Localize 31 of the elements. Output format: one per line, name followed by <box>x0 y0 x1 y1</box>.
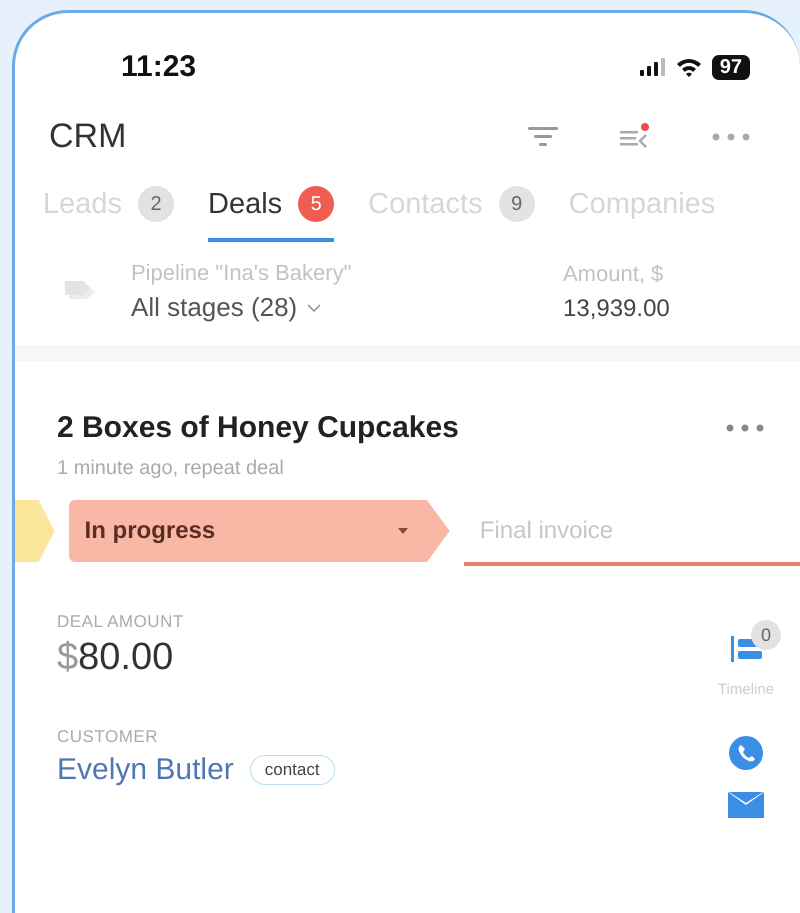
amount-label: Amount, $ <box>563 260 664 286</box>
stage-filter-dropdown[interactable]: All stages (28) <box>131 292 563 323</box>
wifi-icon <box>676 57 702 77</box>
more-icon[interactable] <box>712 132 750 140</box>
tab[interactable]: Deals 5 <box>208 186 334 242</box>
phone-icon[interactable] <box>729 736 763 770</box>
timeline-count-badge: 0 <box>751 620 781 650</box>
deal-amount-label: DEAL AMOUNT <box>57 612 185 632</box>
chevron-down-icon <box>307 304 322 312</box>
count-badge: 2 <box>138 186 174 222</box>
battery-level: 97 <box>712 54 750 80</box>
count-badge: 5 <box>298 186 334 222</box>
deal-amount-value: 80.00 <box>78 636 174 679</box>
contact-tag: contact <box>250 755 335 785</box>
signal-icon <box>640 58 666 76</box>
sort-list-icon[interactable] <box>620 122 650 150</box>
amount-value: 13,939.00 <box>563 294 670 322</box>
count-badge: 9 <box>498 186 535 222</box>
app-title: CRM <box>49 117 126 156</box>
filter-icon[interactable] <box>528 124 558 148</box>
status-time: 11:23 <box>121 50 196 84</box>
current-stage-dropdown[interactable]: In progress <box>68 500 450 562</box>
deal-title: 2 Boxes of Honey Cupcakes <box>57 411 459 445</box>
currency-symbol: $ <box>57 636 78 679</box>
customer-link[interactable]: Evelyn Butler <box>57 753 234 787</box>
caret-icon <box>398 528 408 534</box>
mail-icon[interactable] <box>728 792 764 818</box>
customer-label: CUSTOMER <box>57 727 159 747</box>
more-icon[interactable] <box>726 424 764 432</box>
deal-subtitle: 1 minute ago, repeat deal <box>57 457 285 480</box>
pipeline-label: Pipeline "Ina's Bakery" <box>131 260 352 286</box>
